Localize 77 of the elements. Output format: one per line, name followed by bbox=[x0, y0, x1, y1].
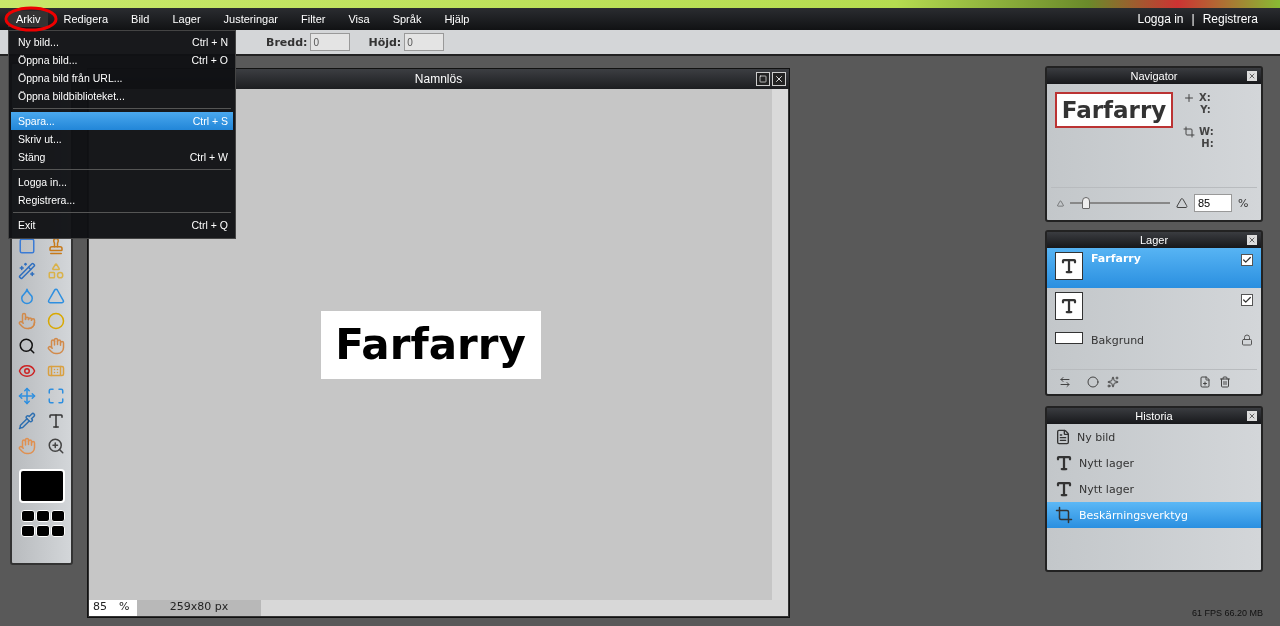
text-icon bbox=[1055, 480, 1073, 498]
selection-icon bbox=[1183, 126, 1195, 138]
layer-name: Bakgrund bbox=[1091, 333, 1146, 347]
position-labels: X: Y: bbox=[1199, 92, 1211, 116]
rectangle-icon[interactable] bbox=[17, 236, 37, 256]
text-layer-thumbnail bbox=[1055, 292, 1083, 320]
menu-option[interactable]: Logga in... bbox=[11, 173, 233, 191]
menu-option[interactable]: Öppna bild... Ctrl + O bbox=[11, 51, 233, 69]
menu-option[interactable]: Öppna bild från URL... bbox=[11, 69, 233, 87]
color-swatch[interactable] bbox=[20, 510, 35, 522]
login-link[interactable]: Logga in bbox=[1137, 12, 1184, 26]
crop-icon bbox=[1055, 506, 1073, 524]
status-text: 61 FPS 66.20 MB bbox=[1191, 608, 1263, 618]
menu-item[interactable]: Filter bbox=[293, 11, 334, 27]
size-labels: W: H: bbox=[1199, 126, 1214, 150]
menu-option[interactable]: Ny bild... Ctrl + N bbox=[11, 33, 233, 51]
slider-thumb[interactable] bbox=[1082, 197, 1090, 209]
background-layer-thumbnail bbox=[1055, 332, 1083, 344]
text-icon bbox=[1055, 454, 1073, 472]
close-icon bbox=[774, 74, 784, 84]
layer-name: Farfarry bbox=[1091, 252, 1142, 265]
panel-title: Historia bbox=[1135, 410, 1173, 422]
menu-item[interactable]: Redigera bbox=[55, 11, 117, 27]
scrollbar[interactable] bbox=[772, 89, 788, 600]
color-swatch[interactable] bbox=[50, 510, 65, 522]
canvas-image-text: Farfarry bbox=[320, 310, 541, 379]
panel-title: Lager bbox=[1139, 234, 1169, 246]
menu-option[interactable]: Registrera... bbox=[11, 191, 233, 209]
panel-title: Navigator bbox=[1130, 70, 1178, 82]
layer-row[interactable]: Bakgrund bbox=[1047, 328, 1261, 352]
color-swatch[interactable] bbox=[35, 510, 50, 522]
separator-text: | bbox=[1191, 12, 1195, 26]
text-icon[interactable] bbox=[46, 411, 66, 431]
menu-item[interactable]: Bild bbox=[123, 11, 158, 27]
menu-item[interactable]: Arkiv bbox=[8, 11, 49, 27]
input-field[interactable]: 0 bbox=[310, 33, 351, 51]
annotation-circle bbox=[4, 6, 58, 32]
zoom-icon[interactable] bbox=[46, 436, 66, 456]
menu-option[interactable]: Skriv ut... bbox=[11, 130, 233, 148]
navigator-preview[interactable]: Farfarry bbox=[1055, 92, 1173, 128]
menu-option[interactable]: Exit Ctrl + Q bbox=[11, 216, 233, 234]
history-item[interactable]: Nytt lager bbox=[1047, 476, 1261, 502]
menu-item[interactable]: Hjälp bbox=[436, 11, 478, 27]
new-layer-icon[interactable] bbox=[1199, 376, 1211, 388]
trash-icon[interactable] bbox=[1219, 376, 1231, 388]
close-button[interactable] bbox=[772, 72, 786, 86]
text-layer-thumbnail bbox=[1055, 252, 1083, 280]
input-field[interactable]: 0 bbox=[404, 33, 445, 51]
color-swatch[interactable] bbox=[18, 469, 65, 503]
percent-label: % bbox=[1238, 196, 1249, 210]
stamp-icon[interactable] bbox=[46, 236, 66, 256]
color-swatch[interactable] bbox=[35, 525, 50, 537]
document-icon bbox=[1055, 429, 1071, 445]
menu-item[interactable]: Justeringar bbox=[215, 11, 286, 27]
color-swatch[interactable] bbox=[20, 525, 35, 537]
field-label: Bredd: bbox=[266, 35, 308, 49]
menu-item[interactable]: Visa bbox=[340, 11, 378, 27]
zoom-field[interactable]: 85 % bbox=[89, 600, 137, 616]
crosshair-icon bbox=[1183, 92, 1195, 104]
color-swatch[interactable] bbox=[50, 525, 65, 537]
zoom-in-icon[interactable] bbox=[1176, 197, 1188, 209]
menu-item[interactable]: Lager bbox=[164, 11, 209, 27]
image-size: 259x80 px bbox=[137, 600, 261, 616]
zoom-input[interactable]: 85 bbox=[1194, 194, 1232, 212]
menu-option[interactable]: Öppna bildbiblioteket... bbox=[11, 87, 233, 105]
menu-option[interactable]: Stäng Ctrl + W bbox=[11, 148, 233, 166]
pipette-icon[interactable] bbox=[17, 411, 37, 431]
visibility-checkbox[interactable] bbox=[1241, 254, 1253, 266]
history-item[interactable]: Ny bild bbox=[1047, 424, 1261, 450]
maximize-icon bbox=[759, 75, 767, 83]
maximize-button[interactable] bbox=[756, 72, 770, 86]
menu-item[interactable]: Språk bbox=[384, 11, 430, 27]
register-link[interactable]: Registrera bbox=[1202, 12, 1258, 26]
document-title: Namnlös bbox=[414, 72, 463, 86]
visibility-checkbox[interactable] bbox=[1241, 294, 1253, 306]
history-item[interactable]: Nytt lager bbox=[1047, 450, 1261, 476]
field-label: Höjd: bbox=[368, 35, 402, 49]
